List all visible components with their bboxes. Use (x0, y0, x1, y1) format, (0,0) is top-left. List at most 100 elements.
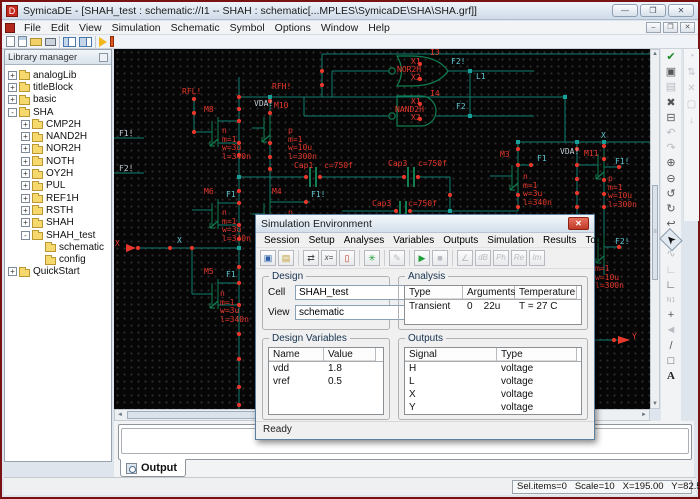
redo-icon[interactable]: ↷ (662, 141, 680, 156)
dialog-menu-item-session[interactable]: Session (260, 235, 304, 246)
tree-item-SHAH_test[interactable]: -SHAH_test (5, 229, 111, 241)
dialog-menu-item-analyses[interactable]: Analyses (340, 235, 389, 246)
open-icon[interactable] (30, 35, 42, 48)
table-row[interactable]: vdd1.8 (269, 362, 383, 375)
dialog-title-bar[interactable]: Simulation Environment ✕ (256, 215, 594, 233)
tree-item-SHAH[interactable]: +SHAH (5, 217, 111, 229)
dialog-menu-item-outputs[interactable]: Outputs (439, 235, 482, 246)
paste-icon[interactable]: ▤ (662, 80, 680, 95)
outputs-table[interactable]: SignalTypeHvoltageLvoltageXvoltageYvolta… (404, 347, 582, 415)
model-library-icon[interactable]: ▯ (339, 250, 355, 266)
copy-icon[interactable]: ▣ (662, 65, 680, 80)
output-tab[interactable]: Output (120, 459, 186, 477)
expand-icon[interactable]: + (21, 206, 30, 215)
tree-item-NOTH[interactable]: +NOTH (5, 155, 111, 167)
bus-icon[interactable]: ∟ (662, 278, 680, 293)
undo-icon[interactable]: ↶ (662, 126, 680, 141)
print-icon[interactable] (45, 35, 56, 48)
tree-item-QuickStart[interactable]: +QuickStart (5, 266, 111, 278)
variables-icon[interactable]: x= (321, 250, 337, 266)
zoom-out-icon[interactable]: ⊖ (662, 172, 680, 187)
stop-icon[interactable]: ■ (432, 250, 448, 266)
column-header[interactable]: Signal (405, 348, 497, 361)
dialog-menu-item-setup[interactable]: Setup (305, 235, 339, 246)
dialog-menu-item-tools[interactable]: Tools (581, 235, 612, 246)
menu-item-help[interactable]: Help (363, 22, 395, 34)
expand-icon[interactable]: + (21, 218, 30, 227)
tree-item-RSTH[interactable]: +RSTH (5, 204, 111, 216)
wire-icon[interactable]: ∟ (662, 263, 680, 278)
print-icon[interactable]: ⊟ (662, 111, 680, 126)
dialog-menu-item-variables[interactable]: Variables (389, 235, 438, 246)
scroll-right-icon[interactable]: ► (641, 411, 647, 420)
expand-icon[interactable]: + (8, 95, 17, 104)
swap-icon[interactable]: ⇅ (685, 65, 699, 81)
expand-icon[interactable]: + (8, 267, 17, 276)
clock-icon[interactable]: ◔ (685, 49, 699, 65)
expand-icon[interactable]: + (21, 120, 30, 129)
net-label-icon[interactable]: N1 (662, 293, 680, 308)
column-header[interactable]: Arguments (463, 286, 515, 299)
menu-item-view[interactable]: View (74, 22, 107, 34)
tree-item-basic[interactable]: +basic (5, 94, 111, 106)
line-icon[interactable]: / (662, 339, 680, 354)
pin-icon[interactable]: + (662, 308, 680, 323)
menu-item-symbol[interactable]: Symbol (225, 22, 270, 34)
table-row[interactable]: Yvoltage (405, 401, 581, 414)
load-state-icon[interactable]: ▤ (278, 250, 294, 266)
scroll-left-icon[interactable]: ◄ (117, 411, 123, 420)
expand-icon[interactable]: + (21, 194, 30, 203)
canvas-vscrollbar[interactable]: ▲ ≡ ▼ (650, 49, 660, 409)
column-header[interactable]: Value (324, 348, 376, 361)
menu-item-options[interactable]: Options (270, 22, 316, 34)
commit-icon[interactable]: ✔ (662, 50, 680, 65)
column-header[interactable]: Type (497, 348, 577, 361)
real-icon[interactable]: Re (511, 250, 527, 266)
tree-item-titleBlock[interactable]: +titleBlock (5, 81, 111, 93)
expand-icon[interactable]: + (21, 181, 30, 190)
library-window-icon[interactable] (63, 35, 76, 48)
imag-icon[interactable]: Im (529, 250, 545, 266)
tree-item-NOR2H[interactable]: +NOR2H (5, 143, 111, 155)
minimize-button[interactable]: — (612, 4, 638, 17)
column-header[interactable]: Temperature (515, 286, 577, 299)
close-button[interactable]: ✕ (668, 4, 694, 17)
expand-icon[interactable]: + (8, 83, 17, 92)
panel-pin-icon[interactable] (99, 53, 108, 62)
edit-icon[interactable]: ✎ (389, 250, 405, 266)
table-row[interactable]: Lvoltage (405, 375, 581, 388)
cut-icon[interactable]: ✕ (685, 81, 699, 97)
phase-icon[interactable]: Ph (493, 250, 509, 266)
dialog-menu-item-results[interactable]: Results (539, 235, 580, 246)
table-row[interactable]: Xvoltage (405, 388, 581, 401)
table-row[interactable]: Hvoltage (405, 362, 581, 375)
frame-icon[interactable]: ▢ (685, 97, 699, 113)
expand-icon[interactable]: + (21, 169, 30, 178)
column-header[interactable]: Name (269, 348, 324, 361)
tree-item-REF1H[interactable]: +REF1H (5, 192, 111, 204)
tree-item-analogLib[interactable]: +analogLib (5, 69, 111, 81)
vscroll-thumb[interactable]: ≡ (652, 185, 658, 280)
tree-item-OY2H[interactable]: +OY2H (5, 167, 111, 179)
rotate-cw-icon[interactable]: ↻ (662, 202, 680, 217)
tree-item-SHA[interactable]: -SHA (5, 106, 111, 118)
tree-item-config[interactable]: config (5, 253, 111, 265)
expand-icon[interactable]: + (21, 144, 30, 153)
options-icon[interactable]: ✳ (364, 250, 380, 266)
zoom-in-icon[interactable]: ⊕ (662, 156, 680, 171)
mdi-minimize-button[interactable]: – (646, 22, 661, 33)
probe-icon[interactable] (110, 35, 114, 48)
tree-item-NAND2H[interactable]: +NAND2H (5, 130, 111, 142)
variables-table[interactable]: NameValuevdd1.8vref0.5 (268, 347, 384, 415)
save-state-icon[interactable]: ▣ (260, 250, 276, 266)
schematic-window-icon[interactable] (79, 35, 92, 48)
rect-icon[interactable]: □ (662, 354, 680, 369)
expand-icon[interactable]: + (21, 157, 30, 166)
netlist-icon[interactable]: ⇄ (303, 250, 319, 266)
tree-item-PUL[interactable]: +PUL (5, 180, 111, 192)
scroll-up-icon[interactable]: ▲ (651, 51, 659, 57)
run-icon[interactable]: ▶ (414, 250, 430, 266)
tree-item-schematic[interactable]: schematic (5, 241, 111, 253)
dialog-close-button[interactable]: ✕ (568, 217, 589, 230)
analysis-table[interactable]: TypeArgumentsTemperatureTransient0 22uT … (404, 285, 582, 325)
